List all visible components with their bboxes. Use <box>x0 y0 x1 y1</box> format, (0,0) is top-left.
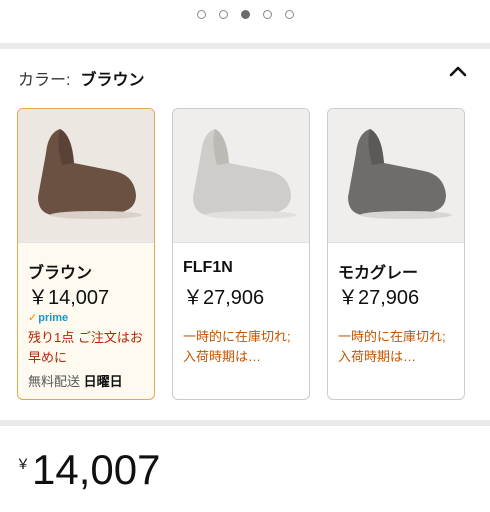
variant-card-flf1n[interactable]: FLF1N ￥27,906 一時的に在庫切れ; 入荷時期は… <box>172 108 310 400</box>
shipping-info: 無料配送 日曜日 <box>28 374 123 389</box>
variant-card-mocha-gray[interactable]: モカグレー ￥27,906 一時的に在庫切れ; 入荷時期は… <box>327 108 465 400</box>
product-image <box>173 109 309 243</box>
carousel-dot[interactable] <box>218 10 228 19</box>
floor-chair-image <box>348 129 452 219</box>
carousel-dot-active[interactable] <box>240 10 250 19</box>
carousel-dot[interactable] <box>284 10 294 19</box>
variant-name: FLF1N <box>183 259 233 276</box>
carousel-dot[interactable] <box>262 10 272 19</box>
chevron-up-icon[interactable] <box>446 60 470 84</box>
availability-notice: 一時的に在庫切れ; 入荷時期は… <box>183 329 291 364</box>
variant-price: ￥27,906 <box>338 287 420 309</box>
variant-name: ブラウン <box>28 265 93 282</box>
section-divider <box>0 43 490 49</box>
check-icon: ✓ <box>28 312 38 324</box>
variant-price: ￥14,007 <box>28 287 110 309</box>
carousel-indicator <box>0 10 490 19</box>
prime-badge: ✓prime <box>28 312 69 324</box>
variant-name: モカグレー <box>338 265 419 282</box>
carousel-dot[interactable] <box>196 10 206 19</box>
product-price: ￥ 14,007 <box>16 446 160 494</box>
color-label: カラー: <box>18 72 71 89</box>
floor-chair-image <box>38 129 142 219</box>
availability-notice: 一時的に在庫切れ; 入荷時期は… <box>338 329 446 364</box>
variant-card-brown[interactable]: ブラウン ￥14,007 ✓prime 残り1点 ご注文はお早めに 無料配送 日… <box>17 108 155 400</box>
stock-notice: 残り1点 ご注文はお早めに <box>28 330 143 365</box>
variant-price: ￥27,906 <box>183 287 265 309</box>
currency-symbol: ￥ <box>16 456 30 472</box>
product-image <box>328 109 464 243</box>
selected-color-value: ブラウン <box>80 72 145 89</box>
price-amount: 14,007 <box>32 446 161 493</box>
color-selector-header: カラー: ブラウン <box>18 66 144 90</box>
product-image <box>18 109 154 243</box>
section-divider <box>0 420 490 426</box>
floor-chair-image <box>193 129 297 219</box>
